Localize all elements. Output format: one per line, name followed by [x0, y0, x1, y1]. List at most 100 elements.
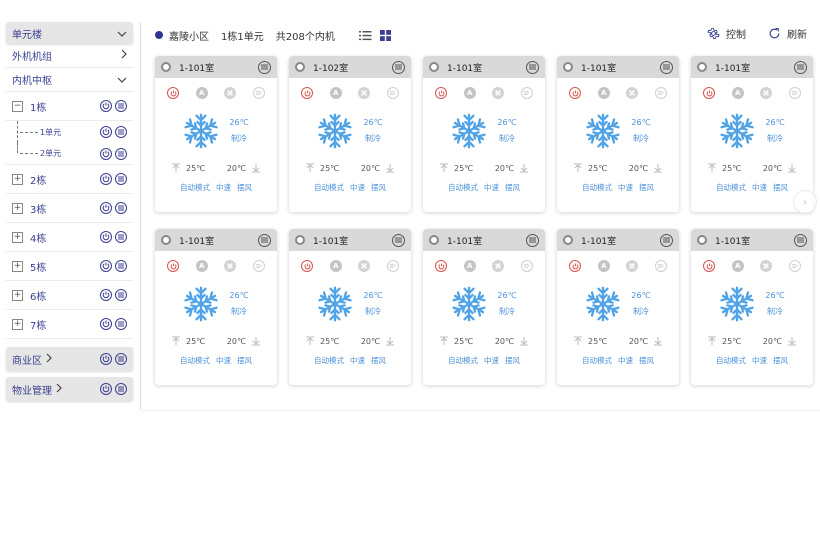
- select-radio[interactable]: [429, 62, 439, 72]
- menu-icon[interactable]: [115, 126, 127, 138]
- temp-up-button[interactable]: 25℃: [573, 163, 607, 173]
- fan-speed-tag[interactable]: 中速: [216, 355, 231, 366]
- auto-icon[interactable]: A: [195, 87, 208, 99]
- fan-speed-tag[interactable]: 中速: [618, 182, 633, 193]
- temp-down-button[interactable]: 20℃: [629, 336, 663, 346]
- fan-icon[interactable]: [358, 87, 371, 99]
- grid-view-icon[interactable]: [379, 29, 391, 41]
- power-icon[interactable]: [167, 260, 179, 272]
- building-select[interactable]: 单元楼: [6, 22, 133, 44]
- swing-icon[interactable]: [386, 87, 399, 99]
- temp-down-button[interactable]: 20℃: [629, 163, 663, 173]
- unit-card[interactable]: 1-101室 A 26℃ 制冷 25℃ 20℃ 自动模式 中速 摆风: [155, 229, 277, 385]
- temp-up-button[interactable]: 25℃: [171, 336, 205, 346]
- fan-icon[interactable]: [626, 260, 639, 272]
- expand-icon[interactable]: +: [12, 289, 23, 301]
- menu-icon[interactable]: [115, 353, 127, 365]
- swing-tag[interactable]: 摆风: [371, 182, 386, 193]
- unit-card[interactable]: 1-101室 A 26℃ 制冷 25℃ 20℃ 自动模式 中速 摆风: [557, 56, 679, 212]
- auto-icon[interactable]: A: [463, 260, 476, 272]
- fan-speed-tag[interactable]: 中速: [618, 355, 633, 366]
- menu-icon[interactable]: [660, 233, 673, 247]
- power-icon[interactable]: [100, 383, 112, 395]
- power-icon[interactable]: [569, 87, 581, 99]
- power-icon[interactable]: [100, 318, 112, 330]
- power-icon[interactable]: [301, 87, 313, 99]
- temp-down-button[interactable]: 20℃: [227, 336, 261, 346]
- auto-mode-tag[interactable]: 自动模式: [448, 355, 478, 366]
- tree-item-building-6[interactable]: + 6栋: [6, 281, 133, 310]
- power-icon[interactable]: [100, 353, 112, 365]
- power-icon[interactable]: [703, 260, 715, 272]
- property-management-item[interactable]: 物业管理: [6, 377, 133, 401]
- expand-icon[interactable]: +: [12, 202, 23, 214]
- swing-tag[interactable]: 摆风: [505, 355, 520, 366]
- temp-up-button[interactable]: 25℃: [305, 336, 339, 346]
- expand-icon[interactable]: +: [12, 260, 23, 272]
- tree-item-building-3[interactable]: + 3栋: [6, 194, 133, 223]
- menu-icon[interactable]: [392, 233, 405, 247]
- select-radio[interactable]: [563, 62, 573, 72]
- auto-mode-tag[interactable]: 自动模式: [448, 182, 478, 193]
- menu-icon[interactable]: [258, 233, 271, 247]
- fan-icon[interactable]: [760, 87, 773, 99]
- menu-icon[interactable]: [526, 233, 539, 247]
- power-icon[interactable]: [301, 260, 313, 272]
- fan-icon[interactable]: [224, 260, 237, 272]
- power-icon[interactable]: [100, 173, 112, 185]
- auto-mode-tag[interactable]: 自动模式: [582, 182, 612, 193]
- tree-subitem-unit-1[interactable]: 1单元: [6, 121, 133, 143]
- menu-icon[interactable]: [115, 173, 127, 185]
- power-icon[interactable]: [569, 260, 581, 272]
- fan-speed-tag[interactable]: 中速: [216, 182, 231, 193]
- temp-down-button[interactable]: 20℃: [361, 336, 395, 346]
- temp-up-button[interactable]: 25℃: [573, 336, 607, 346]
- power-icon[interactable]: [100, 202, 112, 214]
- swing-icon[interactable]: [654, 260, 667, 272]
- power-icon[interactable]: [167, 87, 179, 99]
- unit-card[interactable]: 1-101室 A 26℃ 制冷 25℃ 20℃ 自动模式 中速 摆风: [289, 229, 411, 385]
- select-radio[interactable]: [161, 235, 171, 245]
- menu-icon[interactable]: [392, 60, 405, 74]
- temp-down-button[interactable]: 20℃: [361, 163, 395, 173]
- control-button[interactable]: 控制: [707, 26, 746, 41]
- list-view-icon[interactable]: [358, 30, 372, 41]
- fan-speed-tag[interactable]: 中速: [752, 355, 767, 366]
- fan-speed-tag[interactable]: 中速: [484, 182, 499, 193]
- power-icon[interactable]: [100, 100, 112, 112]
- tree-item-building-7[interactable]: + 7栋: [6, 310, 133, 339]
- swing-icon[interactable]: [252, 260, 265, 272]
- auto-mode-tag[interactable]: 自动模式: [314, 182, 344, 193]
- auto-icon[interactable]: A: [329, 87, 342, 99]
- fan-icon[interactable]: [358, 260, 371, 272]
- power-icon[interactable]: [100, 231, 112, 243]
- fan-icon[interactable]: [760, 260, 773, 272]
- auto-icon[interactable]: A: [731, 260, 744, 272]
- unit-card[interactable]: 1-101室 A 26℃ 制冷 25℃ 20℃ 自动模式 中速 摆风: [557, 229, 679, 385]
- temp-up-button[interactable]: 25℃: [439, 163, 473, 173]
- menu-icon[interactable]: [526, 60, 539, 74]
- swing-tag[interactable]: 摆风: [639, 182, 654, 193]
- auto-icon[interactable]: A: [463, 87, 476, 99]
- auto-icon[interactable]: A: [329, 260, 342, 272]
- unit-card[interactable]: 1-101室 A 26℃ 制冷 25℃ 20℃ 自动模式 中速 摆风: [423, 229, 545, 385]
- power-icon[interactable]: [435, 260, 447, 272]
- expand-icon[interactable]: +: [12, 231, 23, 243]
- collapse-icon[interactable]: −: [12, 100, 23, 112]
- tree-item-building-1[interactable]: − 1栋: [6, 92, 133, 121]
- auto-icon[interactable]: A: [731, 87, 744, 99]
- tree-item-building-4[interactable]: + 4栋: [6, 223, 133, 252]
- expand-icon[interactable]: +: [12, 173, 23, 185]
- fan-icon[interactable]: [224, 87, 237, 99]
- swing-icon[interactable]: [788, 260, 801, 272]
- swing-tag[interactable]: 摆风: [639, 355, 654, 366]
- swing-icon[interactable]: [520, 260, 533, 272]
- swing-icon[interactable]: [386, 260, 399, 272]
- fan-speed-tag[interactable]: 中速: [350, 182, 365, 193]
- commercial-area-item[interactable]: 商业区: [6, 347, 133, 371]
- auto-mode-tag[interactable]: 自动模式: [180, 182, 210, 193]
- temp-down-button[interactable]: 20℃: [227, 163, 261, 173]
- temp-up-button[interactable]: 25℃: [707, 336, 741, 346]
- auto-icon[interactable]: A: [597, 260, 610, 272]
- menu-icon[interactable]: [660, 60, 673, 74]
